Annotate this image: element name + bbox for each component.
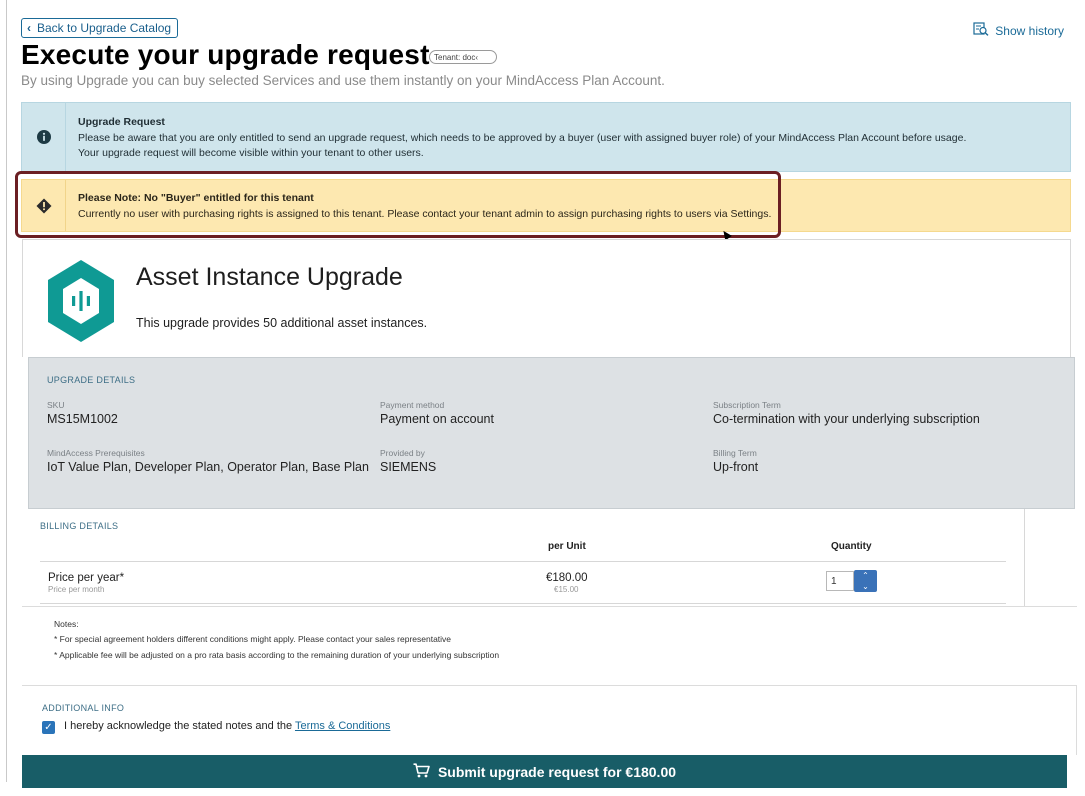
sku-value: MS15M1002: [47, 412, 118, 426]
billing-details-panel: [28, 509, 1025, 607]
additional-info-heading: ADDITIONAL INFO: [42, 703, 125, 713]
quantity-column-header: Quantity: [831, 541, 872, 552]
no-buyer-warning-banner: Please Note: No "Buyer" entitled for thi…: [21, 179, 1071, 232]
show-history-label: Show history: [995, 23, 1064, 38]
payment-method-field: Payment method Payment on account: [380, 400, 494, 426]
show-history-link[interactable]: Show history: [973, 22, 1064, 39]
notes-title: Notes:: [54, 619, 79, 629]
info-banner-title: Upgrade Request: [78, 116, 165, 128]
sku-label: SKU: [47, 400, 65, 410]
acknowledge-text: I hereby acknowledge the stated notes an…: [64, 720, 295, 732]
tenant-badge: Tenant: doc‹: [429, 50, 497, 64]
subscription-term-value: Co-termination with your underlying subs…: [713, 412, 980, 426]
info-icon: [36, 130, 51, 144]
submit-button-label: Submit upgrade request for €180.00: [437, 763, 677, 780]
billing-term-field: Billing Term Up-front: [713, 448, 758, 474]
chevron-left-icon: ‹: [27, 21, 31, 35]
quantity-input[interactable]: [826, 571, 854, 591]
price-per-year-value: €180.00: [546, 572, 588, 584]
page-subtitle: By using Upgrade you can buy selected Se…: [21, 73, 665, 88]
product-title: Asset Instance Upgrade: [136, 263, 403, 291]
provided-by-label: Provided by: [380, 448, 425, 458]
provided-by-field: Provided by SIEMENS: [380, 448, 436, 474]
submit-upgrade-request-button[interactable]: Submit upgrade request for €180.00: [22, 755, 1067, 788]
payment-method-label: Payment method: [380, 400, 445, 410]
back-to-catalog-button[interactable]: ‹ Back to Upgrade Catalog: [21, 18, 179, 38]
back-button-label: Back to Upgrade Catalog: [37, 21, 172, 35]
note-pro-rata: * Applicable fee will be adjusted on a p…: [54, 650, 500, 660]
subscription-term-field: Subscription Term Co-termination with yo…: [713, 400, 980, 426]
upgrade-details-heading: UPGRADE DETAILS: [47, 375, 136, 385]
billing-details-heading: BILLING DETAILS: [40, 521, 119, 531]
billing-term-value: Up-front: [713, 460, 759, 474]
increment-chevron-up-icon[interactable]: ⌃: [854, 570, 877, 581]
table-header-divider: [40, 561, 1006, 562]
warning-banner-text: Please Note: No "Buyer" entitled for thi…: [66, 180, 771, 231]
history-icon: [973, 22, 989, 39]
sku-field: SKU MS15M1002: [47, 400, 118, 426]
price-per-month-label: Price per month: [48, 585, 105, 594]
upgrade-details-panel: UPGRADE DETAILS SKU MS15M1002 Payment me…: [28, 357, 1075, 509]
page-left-border: [6, 0, 7, 782]
page-title: Execute your upgrade request: [21, 39, 430, 70]
quantity-stepper[interactable]: ⌃ ⌄: [826, 570, 877, 592]
prerequisites-value: IoT Value Plan, Developer Plan, Operator…: [47, 460, 369, 474]
asset-upgrade-hexagon-icon: [46, 259, 116, 348]
billing-term-label: Billing Term: [713, 448, 757, 458]
acknowledge-label: I hereby acknowledge the stated notes an…: [64, 720, 390, 732]
notes-panel: [22, 606, 1077, 686]
note-special-agreement: * For special agreement holders differen…: [54, 634, 452, 644]
info-banner-line1: Please be aware that you are only entitl…: [78, 131, 967, 144]
info-banner-line2: Your upgrade request will become visible…: [78, 147, 424, 159]
payment-method-value: Payment on account: [380, 412, 494, 426]
prerequisites-field: MindAccess Prerequisites IoT Value Plan,…: [47, 448, 369, 474]
provided-by-value: SIEMENS: [380, 460, 437, 474]
product-description: This upgrade provides 50 additional asse…: [136, 316, 428, 330]
subscription-term-label: Subscription Term: [713, 400, 781, 410]
prerequisites-label: MindAccess Prerequisites: [47, 448, 145, 458]
shopping-cart-icon: [413, 762, 430, 781]
acknowledge-checkbox[interactable]: ✓: [42, 721, 55, 734]
info-icon-column: [22, 103, 66, 171]
warning-banner-title: Please Note: No "Buyer" entitled for thi…: [78, 192, 314, 204]
warning-icon-column: [22, 180, 66, 231]
checkmark-icon: ✓: [44, 722, 53, 733]
warning-diamond-icon: [36, 198, 51, 213]
table-row-divider: [40, 603, 1006, 604]
terms-conditions-link[interactable]: Terms & Conditions: [295, 720, 390, 732]
product-card: [22, 239, 1071, 357]
per-unit-column-header: per Unit: [548, 541, 586, 552]
warning-banner-line1: Currently no user with purchasing rights…: [78, 207, 772, 220]
info-banner-text: Upgrade Request Please be aware that you…: [66, 103, 966, 171]
price-per-year-label: Price per year*: [48, 572, 125, 584]
price-per-month-value: €15.00: [554, 585, 579, 594]
decrement-chevron-down-icon[interactable]: ⌄: [854, 581, 877, 592]
quantity-step-buttons[interactable]: ⌃ ⌄: [854, 570, 877, 592]
upgrade-request-info-banner: Upgrade Request Please be aware that you…: [21, 102, 1071, 172]
